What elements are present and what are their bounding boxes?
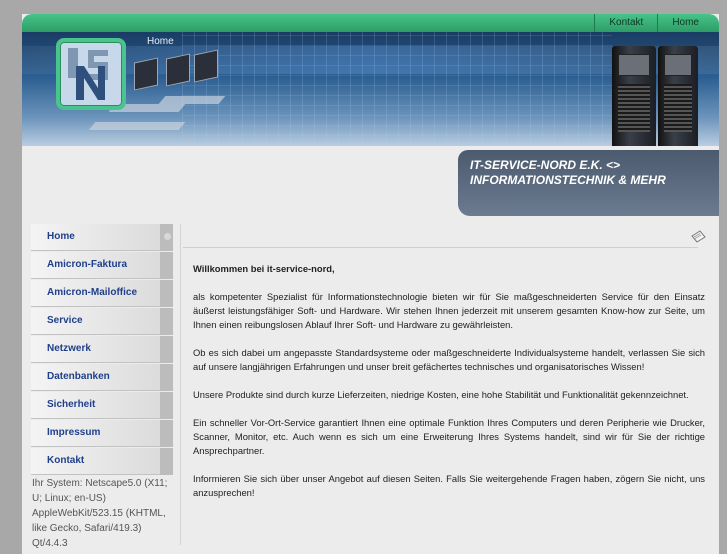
welcome-heading: Willkommen bei it-service-nord,: [193, 263, 335, 274]
sidebar-item-label: Netzwerk: [47, 343, 91, 354]
sidebar-item-amicron-faktura[interactable]: Amicron-Faktura: [31, 252, 173, 279]
scrollbar[interactable]: [160, 224, 173, 251]
main-content: Willkommen bei it-service-nord, als komp…: [193, 262, 705, 514]
content-paragraph: Ob es sich dabei um angepasste Standards…: [193, 347, 705, 372]
top-nav: Kontakt Home: [594, 14, 713, 32]
sidebar-item-label: Amicron-Faktura: [47, 259, 128, 270]
logo-mark: [68, 48, 108, 100]
content-top-line: [183, 247, 698, 248]
sidebar-item-impressum[interactable]: Impressum: [31, 420, 173, 447]
content-paragraph: Informieren Sie sich über unser Angebot …: [193, 473, 705, 498]
content-paragraph: Ein schneller Vor-Ort-Service garantiert…: [193, 417, 705, 456]
sidebar-item-label: Kontakt: [47, 455, 85, 466]
sidebar-item-label: Datenbanken: [47, 371, 110, 382]
sidebar-item-label: Impressum: [47, 427, 101, 438]
sidebar-item-datenbanken[interactable]: Datenbanken: [31, 364, 173, 391]
tagline-line2: INFORMATIONSTECHNIK & MEHR: [470, 173, 666, 187]
sidebar-item-sicherheit[interactable]: Sicherheit: [31, 392, 173, 419]
tagline-box: IT-SERVICE-NORD E.K. <> INFORMATIONSTECH…: [458, 150, 719, 216]
banner-home-link[interactable]: Home: [147, 36, 174, 47]
sidebar-item-label: Service: [47, 315, 83, 326]
content-divider: [180, 224, 181, 545]
sidebar-item-netzwerk[interactable]: Netzwerk: [31, 336, 173, 363]
system-info: Ihr System: Netscape5.0 (X11; U; Linux; …: [32, 478, 168, 549]
top-nav-kontakt[interactable]: Kontakt: [594, 14, 657, 32]
tagline-line1: IT-SERVICE-NORD E.K. <>: [470, 158, 621, 172]
sidebar-item-label: Sicherheit: [47, 399, 96, 410]
sidebar-item-label: Home: [47, 231, 75, 242]
scroll-handle[interactable]: [164, 233, 171, 240]
sidebar-item-amicron-mailoffice[interactable]: Amicron-Mailoffice: [31, 280, 173, 307]
content-paragraph: Unsere Produkte sind durch kurze Lieferz…: [193, 389, 689, 400]
logo[interactable]: [56, 38, 126, 110]
sidebar-item-kontakt[interactable]: Kontakt: [31, 448, 173, 475]
sidebar-item-label: Amicron-Mailoffice: [47, 287, 138, 298]
top-nav-home[interactable]: Home: [657, 14, 713, 32]
sidebar-nav: Home Amicron-Faktura Amicron-Mailoffice …: [31, 224, 173, 476]
top-bar: Kontakt Home: [22, 14, 719, 32]
sidebar-item-home[interactable]: Home: [31, 224, 173, 251]
content-paragraph: als kompetenter Spezialist für Informati…: [193, 291, 705, 330]
header-banner: Home: [22, 32, 719, 146]
server-image: [612, 46, 656, 146]
print-icon[interactable]: [690, 228, 706, 249]
server-image-2: [658, 46, 698, 146]
sidebar-item-service[interactable]: Service: [31, 308, 173, 335]
